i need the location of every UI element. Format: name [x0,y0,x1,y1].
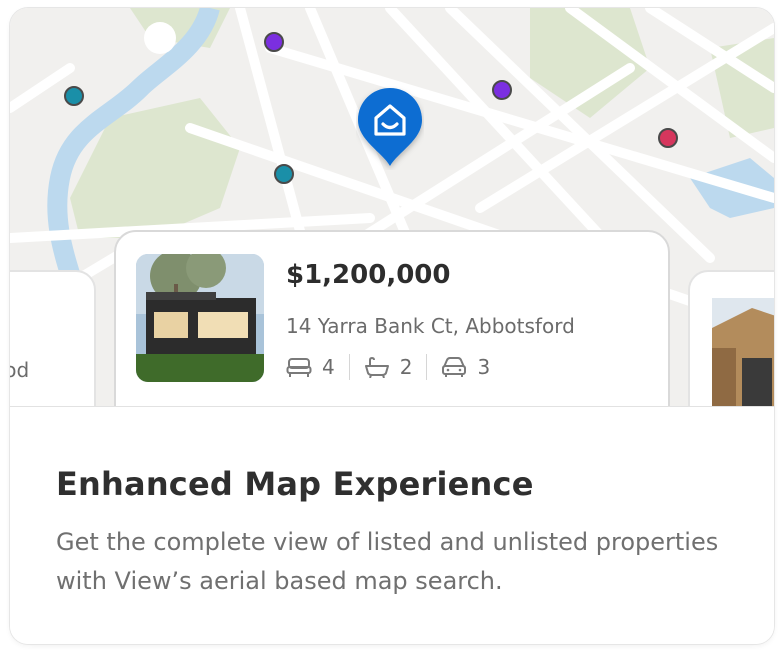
map-marker-purple-2[interactable] [492,80,512,100]
car-icon [442,357,467,377]
map-view[interactable]: ood [10,8,774,406]
beds-count: 4 [322,355,335,379]
feature-divider [426,354,428,380]
feature-description-section: Enhanced Map Experience Get the complete… [10,406,774,644]
listing-address: 14 Yarra Bank Ct, Abbotsford [286,314,575,338]
side-listing-photo [712,298,774,406]
map-marker-teal-2[interactable] [274,164,294,184]
map-marker-purple-1[interactable] [264,32,284,52]
listing-photo [136,254,264,382]
side-listing-card-left[interactable]: ood [10,270,96,406]
bath-icon [364,356,389,378]
selected-property-pin[interactable] [356,86,424,170]
side-listing-card-right[interactable] [688,270,774,406]
feature-description: Get the complete view of listed and unli… [56,528,719,595]
cars-feature: 3 [441,355,490,379]
map-marker-red[interactable] [658,128,678,148]
bed-icon [286,358,312,377]
house-smile-icon [358,88,422,166]
beds-feature: 4 [286,355,335,379]
listing-features: 4 2 3 [286,352,490,382]
map-marker-teal-1[interactable] [64,86,84,106]
side-listing-left-text: ood [10,358,30,382]
listing-price: $1,200,000 [286,260,451,290]
feature-title: Enhanced Map Experience [56,465,534,503]
feature-card: ood [10,8,774,644]
listing-card[interactable]: $1,200,000 14 Yarra Bank Ct, Abbotsford … [114,230,670,406]
cars-count: 3 [477,355,491,379]
feature-divider [348,354,350,380]
baths-count: 2 [399,355,413,379]
baths-feature: 2 [364,355,413,379]
